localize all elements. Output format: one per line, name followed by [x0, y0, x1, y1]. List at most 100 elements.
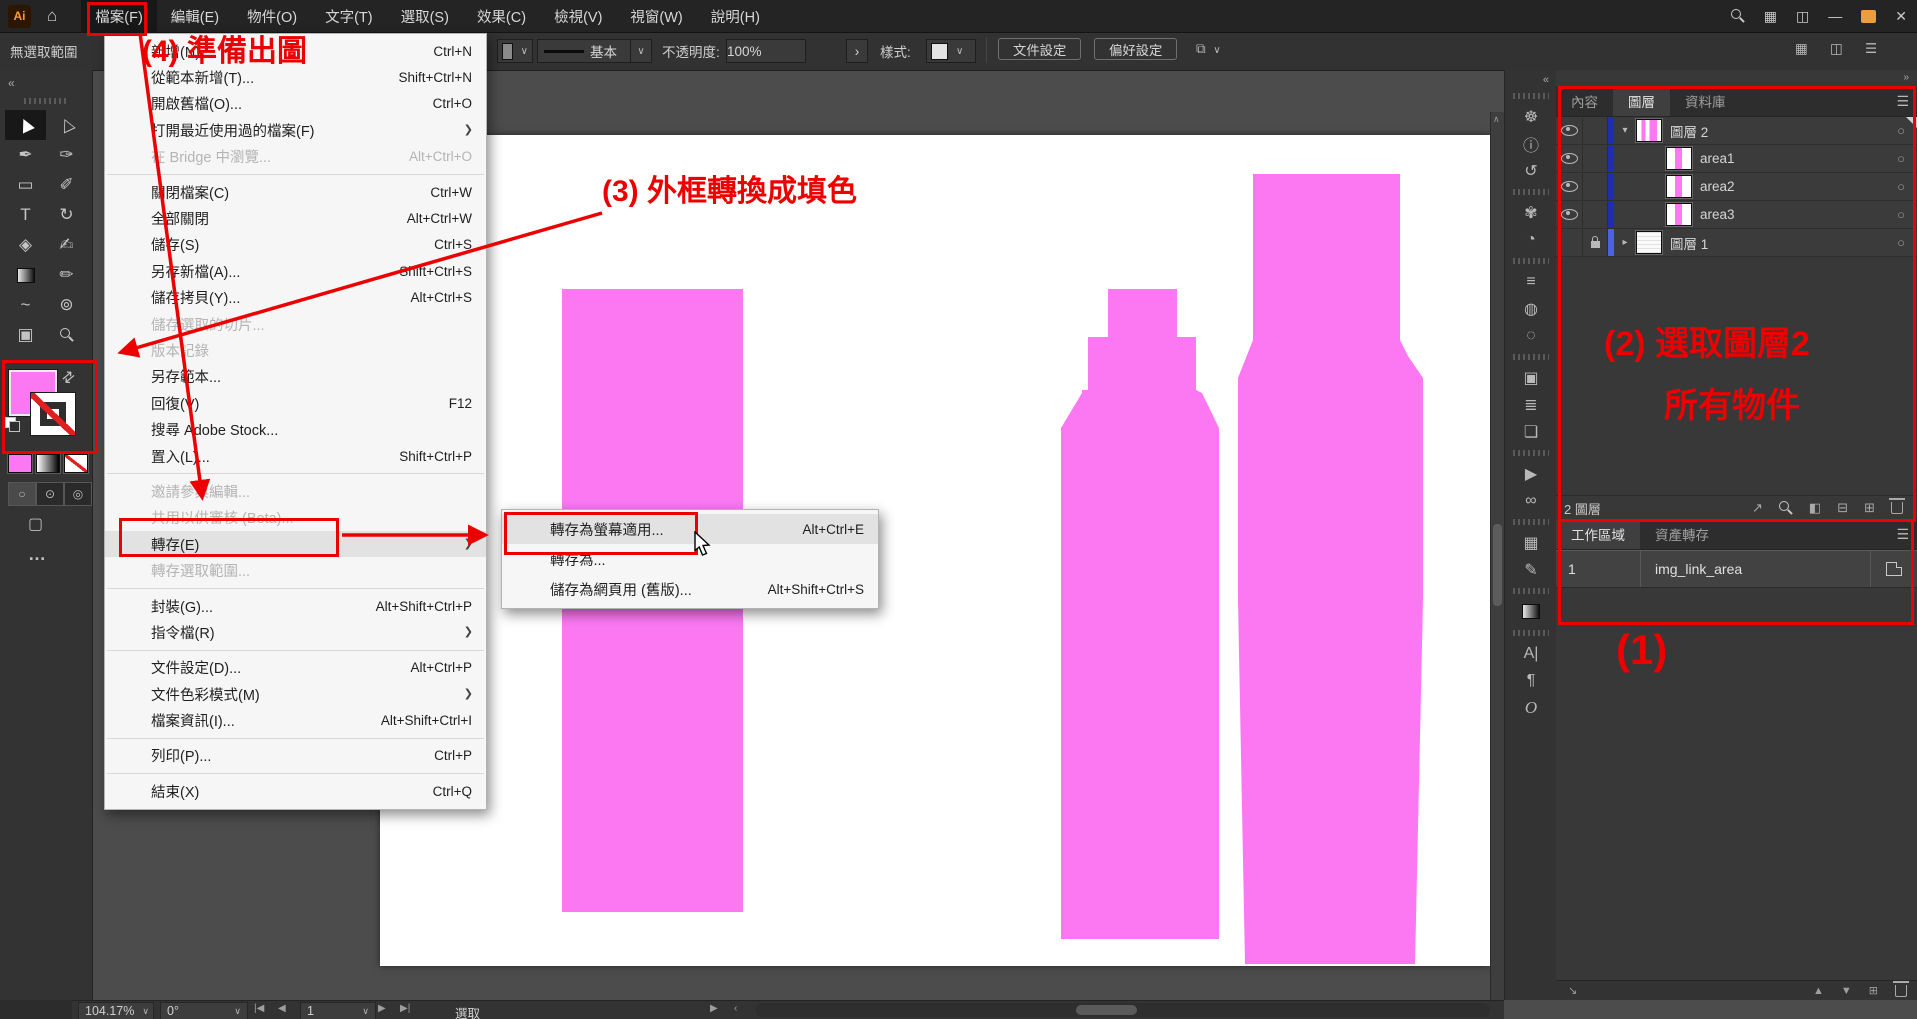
- artboard-name[interactable]: img_link_area: [1641, 551, 1871, 587]
- layer-thumbnail[interactable]: [1666, 175, 1692, 198]
- layer-name[interactable]: area3: [1700, 207, 1885, 222]
- shape-builder-tool[interactable]: ⊚: [46, 290, 87, 320]
- file-menu-item[interactable]: 另存範本...: [105, 364, 486, 390]
- scroll-left-icon[interactable]: ‹: [734, 1003, 737, 1014]
- stroke-preset-chevron[interactable]: ∨: [630, 39, 652, 63]
- zoom-tool[interactable]: [46, 320, 87, 350]
- expand-panel-icon[interactable]: »: [1903, 72, 1909, 83]
- color-guide-icon[interactable]: ◔: [1505, 226, 1557, 253]
- file-menu-item[interactable]: 邀請參與編輯...: [105, 478, 486, 504]
- layer-row[interactable]: area1○: [1556, 145, 1917, 173]
- arrange-icon[interactable]: ⧉ ∨: [1196, 41, 1225, 57]
- layers-tab-3[interactable]: 資料庫: [1670, 86, 1741, 116]
- lock-toggle[interactable]: [1583, 173, 1608, 200]
- type-tool[interactable]: T: [5, 200, 46, 230]
- last-artboard-icon[interactable]: ▶|: [400, 1003, 410, 1014]
- appearance-icon[interactable]: ◌: [1505, 322, 1557, 349]
- scroll-up-icon[interactable]: ∧: [1493, 114, 1500, 125]
- artboard-page-icon[interactable]: [1871, 551, 1917, 587]
- artboards-icon[interactable]: ▣: [1505, 364, 1557, 391]
- collapse-panels-icon[interactable]: «: [1543, 74, 1549, 86]
- menu-item-2[interactable]: 編輯(E): [157, 0, 233, 32]
- draw-mode-2[interactable]: ⊙: [36, 482, 64, 506]
- artboards-tab-2[interactable]: 資產轉存: [1640, 519, 1724, 549]
- lock-toggle[interactable]: [1583, 201, 1608, 228]
- properties-icon[interactable]: ☸: [1505, 103, 1557, 130]
- direct-selection-tool[interactable]: ▷: [46, 110, 87, 140]
- file-menu-item[interactable]: 儲存拷貝(Y)...Alt+Ctrl+S: [105, 285, 486, 311]
- file-menu-item[interactable]: 新增(N)...Ctrl+N: [105, 38, 486, 64]
- screen-mode-icon[interactable]: ▢: [28, 514, 43, 534]
- file-menu-item[interactable]: 全部關閉Alt+Ctrl+W: [105, 205, 486, 231]
- artboard-tool[interactable]: ▣: [5, 320, 46, 350]
- color-icon[interactable]: ✾: [1505, 199, 1557, 226]
- target-circle-icon[interactable]: ○: [1885, 151, 1917, 166]
- shaper-tool[interactable]: ✍: [46, 230, 87, 260]
- vertical-scrollbar[interactable]: ∧: [1490, 112, 1504, 1000]
- rotation-dropdown[interactable]: 0°∨: [160, 1002, 248, 1019]
- visibility-toggle[interactable]: [1556, 117, 1583, 144]
- layer-name[interactable]: 圖層 1: [1670, 233, 1885, 253]
- menu-item-8[interactable]: 視窗(W): [616, 0, 696, 32]
- file-menu-item[interactable]: 轉存(E)❯: [105, 531, 486, 557]
- gradient-swatch-tool[interactable]: [5, 260, 46, 290]
- grid-view-icon[interactable]: ▦: [1795, 41, 1808, 57]
- file-menu-item[interactable]: 回復(V)F12: [105, 390, 486, 416]
- none-mini-swatch[interactable]: [64, 454, 88, 473]
- artboard-number-dropdown[interactable]: 1∨: [300, 1002, 376, 1019]
- delete-artboard-icon[interactable]: [1895, 985, 1907, 997]
- layer-row[interactable]: area3○: [1556, 201, 1917, 229]
- file-menu-item[interactable]: 文件色彩模式(M)❯: [105, 681, 486, 707]
- status-play-icon[interactable]: ▶: [710, 1003, 718, 1014]
- move-up-icon[interactable]: ▲: [1813, 985, 1824, 997]
- target-circle-icon[interactable]: ○: [1885, 235, 1917, 250]
- paragraph-icon[interactable]: ¶: [1505, 667, 1557, 694]
- minimize-icon[interactable]: —: [1828, 8, 1842, 24]
- file-menu-item[interactable]: 打開最近使用過的檔案(F)❯: [105, 117, 486, 143]
- file-menu-item[interactable]: 從範本新增(T)...Shift+Ctrl+N: [105, 64, 486, 90]
- artboard-row[interactable]: 1 img_link_area: [1556, 550, 1917, 588]
- opacity-value[interactable]: 100%: [726, 39, 806, 63]
- file-menu-item[interactable]: 指令檔(R)❯: [105, 619, 486, 645]
- horizontal-scroll-thumb[interactable]: [1076, 1005, 1137, 1015]
- first-artboard-icon[interactable]: |◀: [254, 1003, 264, 1014]
- new-layer-icon[interactable]: ⊞: [1864, 500, 1875, 516]
- menu-item-6[interactable]: 效果(C): [463, 0, 540, 32]
- illustrator-logo[interactable]: Ai: [8, 5, 31, 28]
- control-menu-icon[interactable]: ☰: [1865, 41, 1877, 57]
- layer-thumbnail[interactable]: [1636, 119, 1662, 142]
- toolbar-grip[interactable]: [24, 98, 68, 104]
- selection-tool[interactable]: ▶: [5, 110, 46, 140]
- export-submenu-item[interactable]: 轉存為...: [502, 544, 878, 574]
- make-mask-icon[interactable]: ◧: [1809, 500, 1821, 516]
- file-menu-item[interactable]: 搜尋 Adobe Stock...: [105, 416, 486, 442]
- info-icon[interactable]: ⓘ: [1505, 130, 1557, 157]
- artboards-tab-1[interactable]: 工作區域: [1556, 519, 1640, 549]
- panel-strip-grip[interactable]: [1513, 189, 1549, 195]
- panel-strip-grip[interactable]: [1513, 630, 1549, 636]
- menu-item-4[interactable]: 文字(T): [311, 0, 387, 32]
- align-icon[interactable]: ≣: [1505, 391, 1557, 418]
- opacity-stepper[interactable]: ›: [846, 39, 868, 63]
- file-menu-item[interactable]: 儲存(S)Ctrl+S: [105, 232, 486, 258]
- collapse-toolbar-icon[interactable]: «: [8, 76, 15, 90]
- stroke-color-swatch[interactable]: ∨: [497, 39, 533, 63]
- chevron-down-icon[interactable]: ▾: [1614, 125, 1636, 136]
- paintbrush-tool[interactable]: ✐: [46, 170, 87, 200]
- preferences-button[interactable]: 偏好設定: [1094, 38, 1177, 60]
- rectangle-tool[interactable]: ▭: [5, 170, 46, 200]
- file-menu-item[interactable]: 在 Bridge 中瀏覽...Alt+Ctrl+O: [105, 144, 486, 170]
- panel-strip-grip[interactable]: [1513, 450, 1549, 456]
- layer-row[interactable]: ▸圖層 1○: [1556, 229, 1917, 257]
- layer-row[interactable]: ▾圖層 2○: [1556, 117, 1917, 145]
- menu-item-9[interactable]: 說明(H): [697, 0, 774, 32]
- history-icon[interactable]: ↺: [1505, 157, 1557, 184]
- style-swatch-dropdown[interactable]: ∨: [926, 39, 976, 63]
- draw-mode-3[interactable]: ◎: [64, 482, 92, 506]
- visibility-toggle[interactable]: [1556, 173, 1583, 200]
- layer-name[interactable]: 圖層 2: [1670, 121, 1885, 141]
- search-icon[interactable]: [1731, 9, 1745, 23]
- opentype-icon[interactable]: O: [1505, 694, 1557, 721]
- new-artboard-icon[interactable]: ⊞: [1869, 984, 1878, 997]
- prev-artboard-icon[interactable]: ◀: [278, 1003, 286, 1014]
